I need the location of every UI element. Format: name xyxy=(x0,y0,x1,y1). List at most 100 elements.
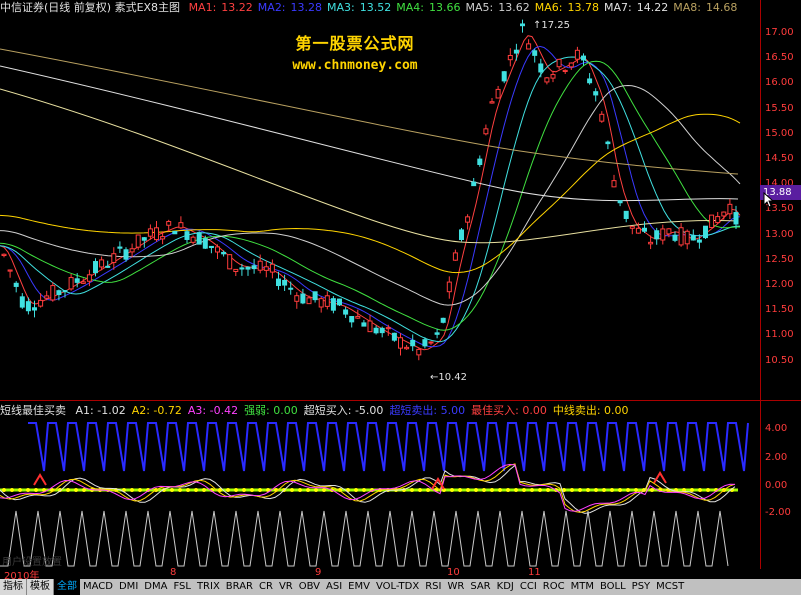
zero-dot xyxy=(410,488,414,492)
candle-body xyxy=(660,228,666,241)
tab-brar[interactable]: BRAR xyxy=(223,579,256,595)
tab-全部[interactable]: 全部 xyxy=(54,579,80,595)
indicator-legend-item: 最佳买入: 0.00 xyxy=(471,404,547,417)
tab-sar[interactable]: SAR xyxy=(467,579,493,595)
tab-asi[interactable]: ASI xyxy=(323,579,345,595)
candle-body xyxy=(715,216,721,224)
zero-dot xyxy=(618,488,622,492)
tab-dmi[interactable]: DMI xyxy=(116,579,141,595)
indicator-legend-item: 中线卖出: 0.00 xyxy=(552,404,629,417)
price-axis-tick: 11.50 xyxy=(765,304,794,316)
tab-wr[interactable]: WR xyxy=(444,579,467,595)
zero-dot xyxy=(186,488,190,492)
ma-legend-item: MA7: xyxy=(603,1,632,14)
candle-body xyxy=(269,263,275,273)
candle-body xyxy=(99,259,105,268)
zero-dot xyxy=(18,488,22,492)
indicator-chart[interactable] xyxy=(0,419,760,567)
tab-模板[interactable]: 模板 xyxy=(27,579,54,595)
tab-boll[interactable]: BOLL xyxy=(597,579,629,595)
tab-trix[interactable]: TRIX xyxy=(194,579,223,595)
price-axis-tick: 16.00 xyxy=(765,77,794,89)
indicator-legend-item: A3: -0.42 xyxy=(187,404,239,417)
candle-body xyxy=(367,320,373,333)
ma-legend-value: 13.66 xyxy=(429,1,461,14)
candle-body xyxy=(245,266,251,270)
indicator-axis-tick: 2.00 xyxy=(765,452,788,463)
date-month-11: 11 xyxy=(528,567,541,578)
tab-vol-tdx[interactable]: VOL-TDX xyxy=(373,579,422,595)
tab-fsl[interactable]: FSL xyxy=(170,579,194,595)
tab-vr[interactable]: VR xyxy=(276,579,296,595)
price-axis-tick: 16.50 xyxy=(765,52,794,64)
candle-body xyxy=(617,200,623,204)
tab-cr[interactable]: CR xyxy=(256,579,276,595)
zero-dot xyxy=(82,488,86,492)
candle-body xyxy=(568,62,574,68)
tab-cci[interactable]: CCI xyxy=(517,579,540,595)
candle-body xyxy=(727,203,733,215)
zero-dot xyxy=(458,488,462,492)
tab-roc[interactable]: ROC xyxy=(540,579,568,595)
zero-dot xyxy=(298,488,302,492)
price-chart[interactable]: ↑17.25 ←10.42 xyxy=(0,16,760,400)
zero-dot xyxy=(578,488,582,492)
zero-dot xyxy=(74,488,78,492)
tab-macd[interactable]: MACD xyxy=(80,579,116,595)
tab-obv[interactable]: OBV xyxy=(296,579,323,595)
watermark-url: www.chnmoney.com xyxy=(292,58,418,73)
candle-body xyxy=(190,236,196,243)
candle-body xyxy=(452,252,458,261)
ma-legend-item: MA3: xyxy=(327,1,355,14)
date-axis: 2010年 8 9 10 11 xyxy=(0,567,801,582)
zero-dot xyxy=(626,488,630,492)
price-axis-tick: 14.50 xyxy=(765,153,794,164)
tab-kdj[interactable]: KDJ xyxy=(494,579,517,595)
tab-mcst[interactable]: MCST xyxy=(653,579,687,595)
indicator-axis: 4.00 2.00 0.00 -2.00 xyxy=(760,401,801,569)
candle-body xyxy=(599,113,605,122)
zero-dot xyxy=(602,488,606,492)
candle-body xyxy=(32,307,37,311)
candle-body xyxy=(703,225,708,239)
ma6-line xyxy=(0,113,741,274)
candle-body xyxy=(477,158,483,165)
candle-body xyxy=(379,327,385,334)
tab-dma[interactable]: DMA xyxy=(141,579,170,595)
candle-body xyxy=(471,181,477,187)
tab-emv[interactable]: EMV xyxy=(345,579,373,595)
candle-body xyxy=(696,239,702,243)
mouse-cursor-icon xyxy=(763,192,775,208)
zero-dot xyxy=(170,488,174,492)
tab-rsi[interactable]: RSI xyxy=(422,579,444,595)
zero-dot xyxy=(698,488,702,492)
candle-body xyxy=(25,301,31,312)
candle-body xyxy=(623,210,629,219)
ma-legend-value: 13.78 xyxy=(567,1,599,14)
indicator-axis-tick: 0.00 xyxy=(765,480,788,491)
candle-body xyxy=(361,322,367,327)
candle-body xyxy=(294,295,300,302)
candle-body xyxy=(483,128,489,135)
candle-body xyxy=(154,227,159,241)
tab-psy[interactable]: PSY xyxy=(629,579,654,595)
candle-body xyxy=(312,291,318,301)
candle-body xyxy=(526,43,532,50)
ma4-line xyxy=(0,60,740,331)
candle-body xyxy=(513,49,519,54)
indicator-legend: A1: -1.02 A2: -0.72 A3: -0.42 强弱: 0.00 超短买入:… xyxy=(76,404,635,417)
candle-body xyxy=(324,295,330,307)
buy-signal-marker xyxy=(653,471,667,484)
date-month-8: 8 xyxy=(170,567,177,578)
ma2-line xyxy=(0,45,741,348)
candle-body xyxy=(678,227,684,246)
zero-dot xyxy=(538,488,542,492)
tab-指标[interactable]: 指标 xyxy=(0,579,27,595)
candle-body xyxy=(38,299,44,307)
price-axis-tick: 12.00 xyxy=(765,279,794,290)
price-axis-tick: 10.50 xyxy=(765,354,794,366)
candle-body xyxy=(196,232,202,245)
zero-dot xyxy=(490,488,494,492)
tab-mtm[interactable]: MTM xyxy=(568,579,597,595)
candle-body xyxy=(562,69,568,72)
